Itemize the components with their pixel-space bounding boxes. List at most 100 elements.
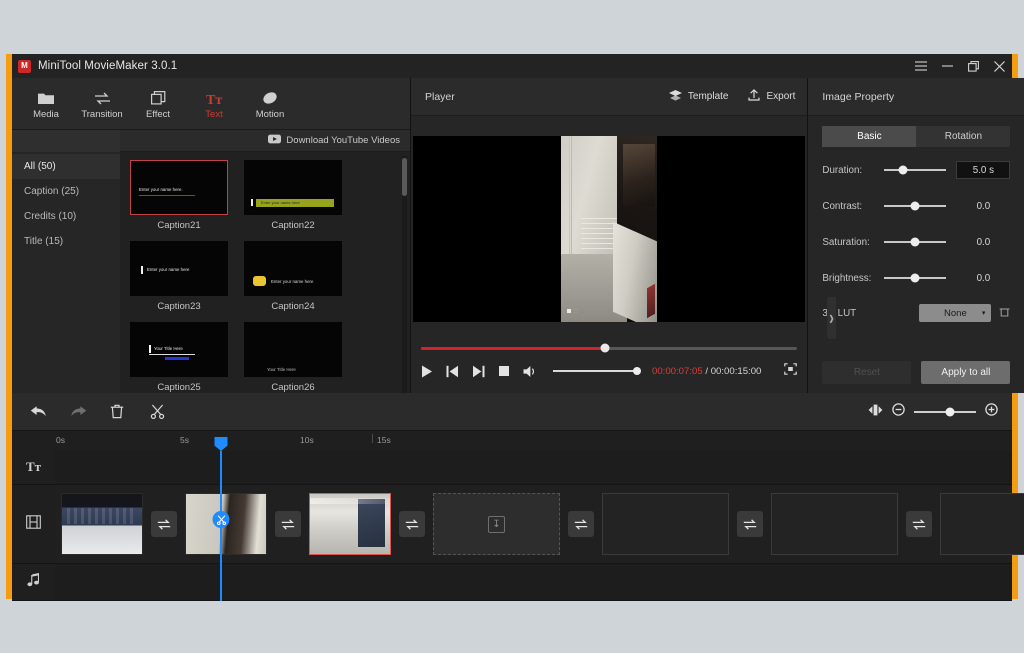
zoom-in-button[interactable] bbox=[985, 402, 998, 421]
timeline-zoom-slider[interactable] bbox=[914, 407, 976, 416]
brightness-slider[interactable] bbox=[884, 273, 947, 283]
speaker-icon[interactable] bbox=[523, 365, 538, 378]
split-clip-badge[interactable] bbox=[212, 511, 230, 528]
template-grid-area: Enter your name here. Caption21 Enter yo… bbox=[120, 152, 410, 393]
hamburger-icon[interactable] bbox=[908, 54, 934, 78]
text-track-header[interactable]: Tт bbox=[12, 451, 55, 484]
transition-arrows-icon[interactable] bbox=[568, 511, 594, 537]
close-icon[interactable] bbox=[986, 54, 1012, 78]
volume-slider-handle[interactable] bbox=[633, 367, 641, 375]
template-preview-text: Enter your name here bbox=[271, 279, 314, 284]
preview-red-object bbox=[647, 283, 656, 318]
minimize-icon[interactable] bbox=[934, 54, 960, 78]
template-scrollbar[interactable] bbox=[402, 156, 407, 393]
template-preview-text: Enter your name here bbox=[261, 200, 300, 205]
stop-icon[interactable] bbox=[498, 365, 510, 377]
video-track-header[interactable] bbox=[12, 485, 55, 563]
tab-rotation[interactable]: Rotation bbox=[916, 126, 1010, 147]
template-item[interactable]: Your Title Here Caption25 bbox=[130, 322, 228, 393]
redo-arrow-icon[interactable] bbox=[70, 405, 110, 419]
template-name: Caption26 bbox=[271, 382, 315, 393]
template-item[interactable]: Enter your name here Caption22 bbox=[244, 160, 342, 231]
template-item[interactable]: Enter your name here Caption24 bbox=[244, 241, 342, 312]
timeline-zoom-handle[interactable] bbox=[945, 407, 955, 416]
zoom-out-button[interactable] bbox=[892, 402, 905, 421]
player-progress-bar[interactable] bbox=[421, 343, 798, 353]
lut-delete-icon[interactable] bbox=[999, 304, 1010, 322]
tool-tab-media[interactable]: Media bbox=[18, 80, 74, 128]
restore-icon[interactable] bbox=[960, 54, 986, 78]
category-item-all[interactable]: All (50) bbox=[12, 154, 120, 179]
template-blue-bar bbox=[165, 357, 189, 360]
text-track-lane[interactable] bbox=[55, 451, 1012, 484]
play-icon[interactable] bbox=[421, 365, 433, 378]
tab-basic[interactable]: Basic bbox=[822, 126, 917, 147]
template-button[interactable]: Template bbox=[668, 89, 728, 104]
template-item[interactable]: Enter your name here. Caption21 bbox=[130, 160, 228, 231]
trash-icon[interactable] bbox=[110, 404, 150, 419]
transition-arrows-icon[interactable] bbox=[399, 511, 425, 537]
export-button[interactable]: Export bbox=[748, 89, 795, 104]
player-button-row: 00:00:07:05 / 00:00:15:00 bbox=[421, 355, 798, 387]
video-track-lane[interactable]: ↧ bbox=[55, 485, 1024, 563]
tool-tab-media-label: Media bbox=[33, 108, 59, 120]
fit-to-screen-icon[interactable] bbox=[868, 403, 883, 421]
timeline-clip-empty[interactable] bbox=[602, 493, 729, 555]
fullscreen-icon[interactable] bbox=[784, 362, 798, 380]
timeline-clip-selected[interactable] bbox=[309, 493, 391, 555]
template-item[interactable]: Enter your name here Caption23 bbox=[130, 241, 228, 312]
audio-track-lane[interactable] bbox=[55, 564, 1012, 600]
skip-previous-icon[interactable] bbox=[446, 365, 459, 378]
transition-arrows-icon[interactable] bbox=[151, 511, 177, 537]
transition-arrows-icon[interactable] bbox=[906, 511, 932, 537]
brightness-slider-handle[interactable] bbox=[910, 273, 920, 283]
undo-arrow-icon[interactable] bbox=[30, 405, 70, 419]
template-item[interactable]: Your Title Here Caption26 bbox=[244, 322, 342, 393]
player-label: Player bbox=[425, 90, 455, 103]
duration-slider[interactable] bbox=[884, 165, 947, 175]
transition-arrows-icon[interactable] bbox=[275, 511, 301, 537]
download-youtube-videos-link[interactable]: Download YouTube Videos bbox=[268, 134, 400, 147]
timeline-clip-empty[interactable] bbox=[940, 493, 1024, 555]
volume-slider[interactable] bbox=[553, 367, 641, 375]
saturation-slider-handle[interactable] bbox=[910, 237, 920, 247]
skip-next-icon[interactable] bbox=[472, 365, 485, 378]
timeline-clip-placeholder[interactable]: ↧ bbox=[433, 493, 560, 555]
category-item-credits[interactable]: Credits (10) bbox=[12, 204, 120, 229]
apply-to-all-button[interactable]: Apply to all bbox=[921, 360, 1011, 384]
text-tt-icon: Tт bbox=[206, 88, 223, 105]
player-stage[interactable]: ····· ····· bbox=[413, 135, 806, 322]
template-name: Caption25 bbox=[157, 382, 201, 393]
folder-icon bbox=[38, 88, 54, 105]
reset-button[interactable]: Reset bbox=[822, 360, 912, 384]
clip-thumbnail bbox=[62, 494, 142, 554]
lut-select[interactable]: None ▾ bbox=[919, 304, 992, 322]
contrast-slider-handle[interactable] bbox=[910, 201, 920, 211]
svg-text:Tт: Tт bbox=[206, 93, 222, 105]
template-scrollbar-thumb[interactable] bbox=[402, 158, 407, 196]
contrast-slider[interactable] bbox=[884, 201, 947, 211]
tool-tab-text[interactable]: Tт Text bbox=[186, 80, 242, 128]
duration-value[interactable]: 5.0 s bbox=[956, 161, 1011, 179]
category-item-caption[interactable]: Caption (25) bbox=[12, 179, 120, 204]
timeline-clip-empty[interactable] bbox=[771, 493, 898, 555]
category-item-title[interactable]: Title (15) bbox=[12, 229, 120, 254]
property-row-lut: 3D LUT None ▾ bbox=[822, 303, 1010, 323]
tool-tab-effect[interactable]: Effect bbox=[130, 80, 186, 128]
timeline-clip[interactable] bbox=[61, 493, 143, 555]
brightness-label: Brightness: bbox=[822, 272, 872, 284]
player-header-actions: Template Export bbox=[668, 89, 795, 104]
tool-tab-transition[interactable]: Transition bbox=[74, 80, 130, 128]
panel-collapse-handle[interactable]: ❱ bbox=[827, 297, 836, 339]
timeline-ruler[interactable]: 0s 5s 10s 15s bbox=[12, 431, 1012, 451]
tool-tab-transition-label: Transition bbox=[81, 108, 123, 120]
transition-arrows-icon[interactable] bbox=[737, 511, 763, 537]
tool-tab-motion[interactable]: Motion bbox=[242, 80, 298, 128]
player-progress-handle[interactable] bbox=[600, 343, 610, 353]
timeline-playhead[interactable] bbox=[212, 437, 230, 601]
category-header-spacer bbox=[12, 129, 120, 152]
scissors-icon[interactable] bbox=[150, 404, 190, 419]
duration-slider-handle[interactable] bbox=[898, 165, 908, 175]
audio-track-header[interactable] bbox=[12, 564, 55, 600]
saturation-slider[interactable] bbox=[884, 237, 947, 247]
